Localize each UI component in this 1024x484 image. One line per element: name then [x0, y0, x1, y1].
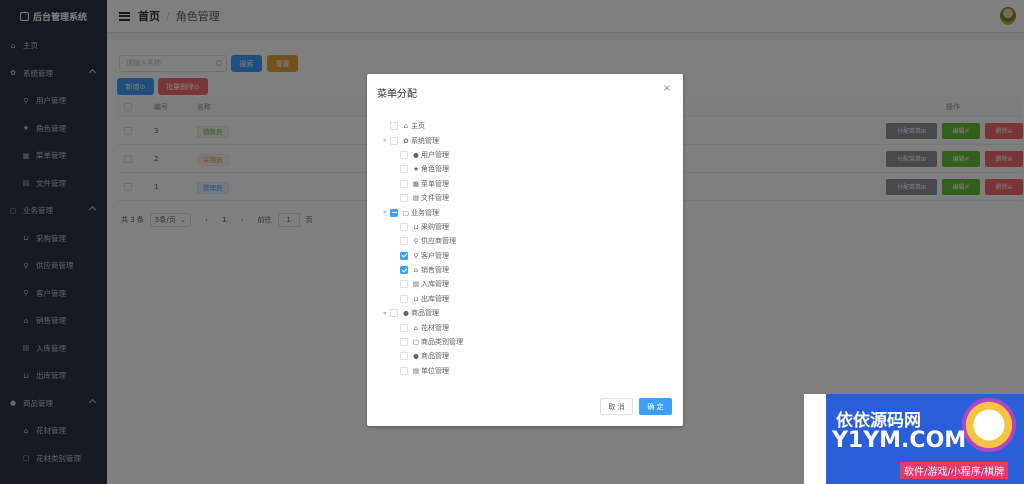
- tree-checkbox[interactable]: [400, 266, 408, 275]
- tree-node-label: 商品类别管理: [421, 338, 463, 347]
- tree-checkbox[interactable]: [400, 150, 408, 159]
- tree-node[interactable]: ⊔ 出库管理: [379, 292, 463, 306]
- tree-node-label: 单位管理: [421, 366, 449, 375]
- caret-down-icon[interactable]: [383, 211, 387, 215]
- bag-icon: ⌂: [413, 323, 419, 332]
- cancel-button[interactable]: 取 消: [600, 398, 633, 415]
- menu-tree: ⌂ 主页 ✿ 系统管理 ● 用户管理 ★ 角色管理 ▦ 菜单管理 ▤ 文件管理 ▢ 业务管理 ⊔ 采购管理 ⚲ 供…: [379, 119, 463, 378]
- tree-checkbox[interactable]: [400, 294, 408, 303]
- tree-node[interactable]: ▦ 菜单管理: [379, 177, 463, 191]
- goods-icon: ●: [413, 352, 419, 361]
- tree-node[interactable]: ● 商品管理: [379, 306, 463, 320]
- goods-icon: ●: [403, 309, 409, 318]
- watermark-edge: [804, 394, 826, 484]
- star-icon: ★: [413, 165, 419, 174]
- tree-node-label: 用户管理: [421, 150, 449, 159]
- watermark-banner: 依依源码网 Y1YM.COM 软件/游戏/小程序/棋牌: [804, 394, 1024, 484]
- tree-node-label: 主页: [411, 122, 425, 131]
- tree-node-label: 供应商管理: [421, 237, 456, 246]
- tree-checkbox[interactable]: [400, 237, 408, 246]
- tree-checkbox[interactable]: [400, 352, 408, 361]
- caret-down-icon[interactable]: [383, 139, 387, 143]
- folder-icon: ▢: [402, 208, 410, 217]
- tree-checkbox[interactable]: [400, 222, 408, 231]
- tree-checkbox[interactable]: [400, 366, 408, 375]
- tree-node[interactable]: ✿ 系统管理: [379, 133, 463, 147]
- tree-node[interactable]: ⌂ 主页: [379, 119, 463, 133]
- watermark-en: Y1YM.COM: [832, 428, 967, 453]
- tree-node[interactable]: ★ 角色管理: [379, 162, 463, 176]
- tree-node-label: 文件管理: [421, 194, 449, 203]
- tree-node-label: 商品管理: [421, 352, 449, 361]
- tree-node-label: 客户管理: [421, 251, 449, 260]
- tree-node[interactable]: ⌂ 销售管理: [379, 263, 463, 277]
- tree-checkbox[interactable]: [400, 251, 408, 260]
- caret-down-icon[interactable]: [383, 312, 387, 316]
- dialog-title: 菜单分配: [377, 89, 417, 100]
- tree-node[interactable]: ▤ 单位管理: [379, 364, 463, 378]
- tree-node[interactable]: ● 用户管理: [379, 148, 463, 162]
- menu-assign-dialog: 菜单分配 × ⌂ 主页 ✿ 系统管理 ● 用户管理 ★ 角色管理 ▦ 菜单管理 ▤ 文件管理 ▢ 业务管理…: [367, 74, 683, 426]
- tree-checkbox[interactable]: [400, 179, 408, 188]
- tree-node[interactable]: ▢ 商品类别管理: [379, 335, 463, 349]
- tree-node[interactable]: ⌂ 花材管理: [379, 320, 463, 334]
- tree-checkbox[interactable]: [400, 194, 408, 203]
- tree-checkbox[interactable]: [390, 208, 398, 217]
- document-icon: ▤: [412, 366, 420, 375]
- tree-node[interactable]: ▤ 入库管理: [379, 277, 463, 291]
- tree-node-label: 业务管理: [411, 208, 439, 217]
- tree-node-label: 入库管理: [421, 280, 449, 289]
- user-icon: ⚲: [413, 251, 419, 260]
- tree-node-label: 花材管理: [421, 323, 449, 332]
- tree-node-label: 销售管理: [421, 266, 449, 275]
- user-icon: ●: [413, 150, 419, 159]
- tree-node[interactable]: ⊔ 采购管理: [379, 220, 463, 234]
- gear-icon: ✿: [403, 136, 409, 145]
- cart-icon: ⊔: [413, 222, 419, 231]
- tree-node[interactable]: ⚲ 客户管理: [379, 249, 463, 263]
- tree-checkbox[interactable]: [390, 309, 398, 318]
- tree-node-label: 采购管理: [421, 222, 449, 231]
- tree-node-label: 出库管理: [421, 294, 449, 303]
- folder-icon: ▢: [412, 338, 420, 347]
- user-icon: ⚲: [413, 237, 419, 246]
- watermark-sub: 软件/游戏/小程序/棋牌: [900, 462, 1009, 479]
- tree-node-label: 商品管理: [411, 309, 439, 318]
- tree-node-label: 角色管理: [421, 165, 449, 174]
- document-icon: ▤: [412, 280, 420, 289]
- tree-node[interactable]: ▤ 文件管理: [379, 191, 463, 205]
- tree-node-label: 菜单管理: [421, 179, 449, 188]
- cart-icon: ⊔: [413, 294, 419, 303]
- tree-node[interactable]: ▢ 业务管理: [379, 205, 463, 219]
- tree-node-label: 系统管理: [411, 136, 439, 145]
- tree-checkbox[interactable]: [400, 165, 408, 174]
- grid-icon: ▦: [412, 179, 420, 188]
- bag-icon: ⌂: [413, 266, 419, 275]
- close-icon[interactable]: ×: [663, 83, 671, 94]
- tree-checkbox[interactable]: [400, 280, 408, 289]
- magnifier-icon: [962, 398, 1016, 452]
- tree-checkbox[interactable]: [390, 122, 398, 131]
- home-icon: ⌂: [403, 122, 409, 131]
- tree-checkbox[interactable]: [400, 338, 408, 347]
- tree-checkbox[interactable]: [390, 136, 398, 145]
- confirm-button[interactable]: 确 定: [639, 398, 672, 415]
- tree-node[interactable]: ● 商品管理: [379, 349, 463, 363]
- document-icon: ▤: [412, 194, 420, 203]
- tree-node[interactable]: ⚲ 供应商管理: [379, 234, 463, 248]
- tree-checkbox[interactable]: [400, 323, 408, 332]
